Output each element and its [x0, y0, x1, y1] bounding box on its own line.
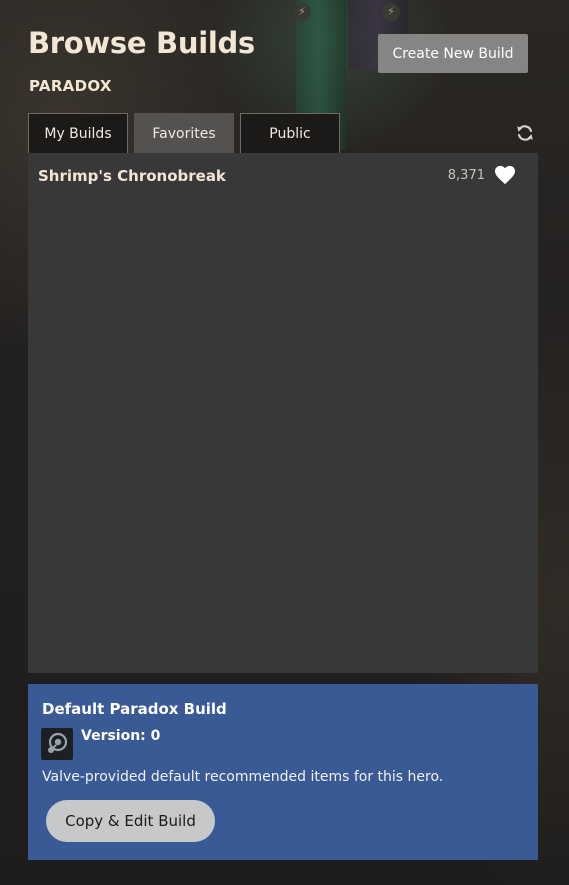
browse-builds-page: ⚡ ⚡ Browse Builds PARADOX Create New Bui… [0, 0, 569, 885]
heart-icon[interactable] [494, 165, 516, 185]
background-bolt-icon: ⚡ [293, 3, 311, 21]
background-bolt-icon: ⚡ [382, 3, 400, 21]
build-description: Valve-provided default recommended items… [42, 769, 444, 785]
create-new-build-button[interactable]: Create New Build [378, 34, 528, 73]
build-detail-title: Default Paradox Build [42, 700, 227, 718]
hero-name: PARADOX [29, 77, 112, 95]
tab-favorites[interactable]: Favorites [134, 113, 234, 153]
copy-edit-build-button[interactable]: Copy & Edit Build [46, 800, 215, 842]
build-version: Version: 0 [81, 728, 161, 744]
build-list-item[interactable]: Shrimp's Chronobreak 8,371 [28, 153, 538, 199]
page-title: Browse Builds [28, 26, 255, 60]
build-detail-panel: Default Paradox Build Version: 0 Valve-p… [28, 684, 538, 860]
refresh-icon[interactable] [515, 123, 535, 143]
tab-my-builds[interactable]: My Builds [28, 113, 128, 153]
build-name: Shrimp's Chronobreak [38, 167, 226, 185]
build-list: Shrimp's Chronobreak 8,371 [28, 153, 538, 673]
steam-icon [41, 728, 73, 760]
favorite-count: 8,371 [447, 168, 485, 183]
tab-public[interactable]: Public [240, 113, 340, 153]
